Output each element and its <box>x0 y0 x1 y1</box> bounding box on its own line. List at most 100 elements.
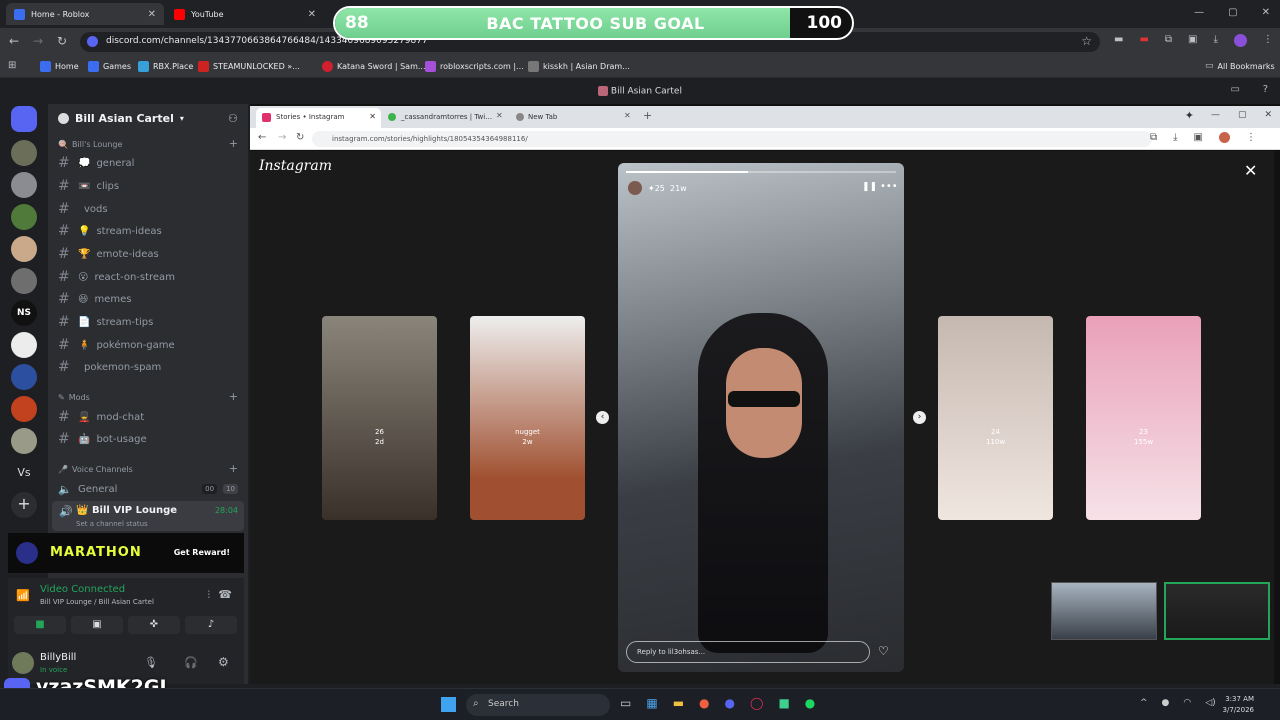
inner-url-bar[interactable]: instagram.com/stories/highlights/1805435… <box>312 131 1152 147</box>
extension-red-icon[interactable]: ▬ <box>1139 34 1148 47</box>
invite-icon[interactable]: ⚇ <box>228 112 238 125</box>
story-author-avatar[interactable] <box>628 181 642 195</box>
channel-mod-chat[interactable]: # 💂 mod-chat <box>58 407 238 427</box>
soundboard-button[interactable]: ♪ <box>185 616 237 634</box>
close-window-icon[interactable]: ✕ <box>1262 7 1270 18</box>
back-icon[interactable]: ← <box>9 34 19 48</box>
story-preview[interactable]: nugget 2w <box>470 316 585 520</box>
bookmark-rbxplace[interactable]: RBX.Place <box>138 61 193 72</box>
channel-emote-ideas[interactable]: # 🏆 emote-ideas <box>58 244 238 264</box>
webcam-speaking[interactable] <box>1164 582 1270 640</box>
close-icon[interactable]: ✕ <box>496 111 503 120</box>
category-lounge[interactable]: 🍭 Bill's Lounge <box>58 140 122 149</box>
server-ns-icon[interactable]: NS <box>11 300 37 326</box>
server-vs-icon[interactable]: Vs <box>11 460 37 486</box>
spotify-icon[interactable]: ● <box>805 696 815 710</box>
server-icon[interactable] <box>11 236 37 262</box>
activities-button[interactable]: ✜ <box>128 616 180 634</box>
story-preview[interactable]: 24 110w <box>938 316 1053 520</box>
minimize-icon[interactable]: — <box>1194 7 1204 18</box>
profile-avatar[interactable] <box>1219 132 1230 143</box>
bookmark-kisskh[interactable]: kisskh | Asian Dram... <box>528 61 630 72</box>
discord-home-icon[interactable] <box>11 106 37 132</box>
clock[interactable]: 3:37 AM 3/7/2026 <box>1214 694 1254 716</box>
close-window-icon[interactable]: ✕ <box>1264 110 1272 120</box>
category-voice[interactable]: 🎤 Voice Channels <box>58 465 133 474</box>
tab-youtube[interactable]: YouTube ✕ <box>166 3 324 25</box>
maximize-icon[interactable]: ▢ <box>1238 110 1247 120</box>
menu-kebab-icon[interactable]: ⋮ <box>1246 132 1256 143</box>
settings-gear-icon[interactable]: ⚙ <box>218 655 229 669</box>
inner-tab-instagram[interactable]: Stories • Instagram ✕ <box>256 108 381 128</box>
channel-clips[interactable]: # 📼 clips <box>58 176 238 196</box>
channel-react-on-stream[interactable]: # 😮 react-on-stream <box>58 267 238 287</box>
story-preview[interactable]: 26 2d <box>322 316 437 520</box>
server-icon[interactable] <box>11 396 37 422</box>
bookmark-robloxscripts[interactable]: robloxscripts.com |... <box>425 61 524 72</box>
webcam-participant[interactable] <box>1051 582 1157 640</box>
extension-icon[interactable]: ⧉ <box>1150 132 1157 143</box>
sidepanel-icon[interactable]: ▣ <box>1194 132 1203 143</box>
channel-stream-ideas[interactable]: # 💡 stream-ideas <box>58 221 238 241</box>
back-icon[interactable]: ← <box>258 132 266 143</box>
headphones-icon[interactable]: 🎧 <box>184 656 198 669</box>
instagram-logo[interactable]: Instagram <box>259 158 332 174</box>
user-avatar[interactable] <box>12 652 34 674</box>
discord-taskbar-icon[interactable]: ● <box>725 696 735 710</box>
category-mods[interactable]: ✎ Mods <box>58 393 90 402</box>
disconnect-icon[interactable]: ☎ <box>218 588 232 601</box>
opera-icon[interactable]: ◯ <box>750 696 763 710</box>
download-icon[interactable]: ⤓ <box>1173 132 1177 143</box>
inner-tab-newtab[interactable]: New Tab <box>516 113 557 121</box>
close-stories-icon[interactable]: ✕ <box>1244 161 1257 180</box>
voice-channel-vip-lounge[interactable]: 🔊 👑 Bill VIP Lounge 28:04 Set a channel … <box>52 501 244 531</box>
add-channel-icon[interactable]: + <box>229 390 238 403</box>
minimize-icon[interactable]: — <box>1211 110 1220 120</box>
close-icon[interactable]: ✕ <box>308 9 316 20</box>
taskbar-search[interactable]: ⌕ Search <box>466 694 610 716</box>
voice-location[interactable]: Bill VIP Lounge / Bill Asian Cartel <box>40 598 154 606</box>
widgets-icon[interactable]: ▦ <box>646 696 657 710</box>
task-view-icon[interactable]: ▭ <box>620 696 631 710</box>
channel-pokemon-game[interactable]: # 🧍 pokémon-game <box>58 335 238 355</box>
channel-pokemon-spam[interactable]: # pokemon-spam <box>58 357 238 377</box>
channel-vods[interactable]: # vods <box>58 199 238 219</box>
bookmark-games[interactable]: Games <box>88 61 131 72</box>
noise-suppression-icon[interactable]: ⫶ <box>208 590 211 601</box>
profile-avatar[interactable] <box>1233 34 1247 47</box>
reload-icon[interactable]: ↻ <box>296 132 304 143</box>
new-tab-icon[interactable]: + <box>643 109 652 122</box>
get-reward-button[interactable]: Get Reward! <box>174 548 230 557</box>
next-story-icon[interactable]: › <box>913 411 926 424</box>
mic-tray-icon[interactable]: ● <box>1162 698 1170 708</box>
channel-status[interactable]: Set a channel status <box>76 520 148 528</box>
add-channel-icon[interactable]: + <box>229 137 238 150</box>
star-icon[interactable]: ☆ <box>1081 34 1092 48</box>
bookmark-home[interactable]: Home <box>40 61 79 72</box>
server-icon[interactable] <box>11 204 37 230</box>
voice-channel-general[interactable]: 🔈 General 00 10 <box>58 479 238 499</box>
wifi-icon[interactable]: ◠ <box>1183 698 1191 708</box>
chrome-icon[interactable]: ● <box>699 696 709 710</box>
tab-roblox[interactable]: Home - Roblox ✕ <box>6 3 164 25</box>
bookmark-steamunlocked[interactable]: STEAMUNLOCKED »... <box>198 61 300 72</box>
pause-icon[interactable]: ❚❚ <box>862 182 877 192</box>
close-icon[interactable]: ✕ <box>369 112 376 121</box>
camera-button[interactable]: ■ <box>14 616 66 634</box>
heart-icon[interactable]: ♡ <box>878 644 889 658</box>
story-reply-input[interactable]: Reply to lil3ohsas... <box>626 641 870 663</box>
help-icon[interactable]: ? <box>1263 84 1268 95</box>
server-icon[interactable] <box>11 140 37 166</box>
server-header[interactable]: Bill Asian Cartel ▾ <box>58 112 184 125</box>
close-icon[interactable]: ✕ <box>624 111 631 120</box>
server-icon[interactable] <box>11 172 37 198</box>
screenshare-button[interactable]: ▣ <box>71 616 123 634</box>
add-channel-icon[interactable]: + <box>229 462 238 475</box>
reload-icon[interactable]: ↻ <box>57 34 67 48</box>
close-icon[interactable]: ✕ <box>148 9 156 20</box>
channel-stream-tips[interactable]: # 📄 stream-tips <box>58 312 238 332</box>
download-icon[interactable]: ⤓ <box>1214 34 1218 47</box>
marathon-promo[interactable]: MARATHON Get Reward! <box>8 533 244 573</box>
signal-icon[interactable]: 📶 <box>16 589 30 602</box>
forward-icon[interactable]: → <box>33 34 43 48</box>
